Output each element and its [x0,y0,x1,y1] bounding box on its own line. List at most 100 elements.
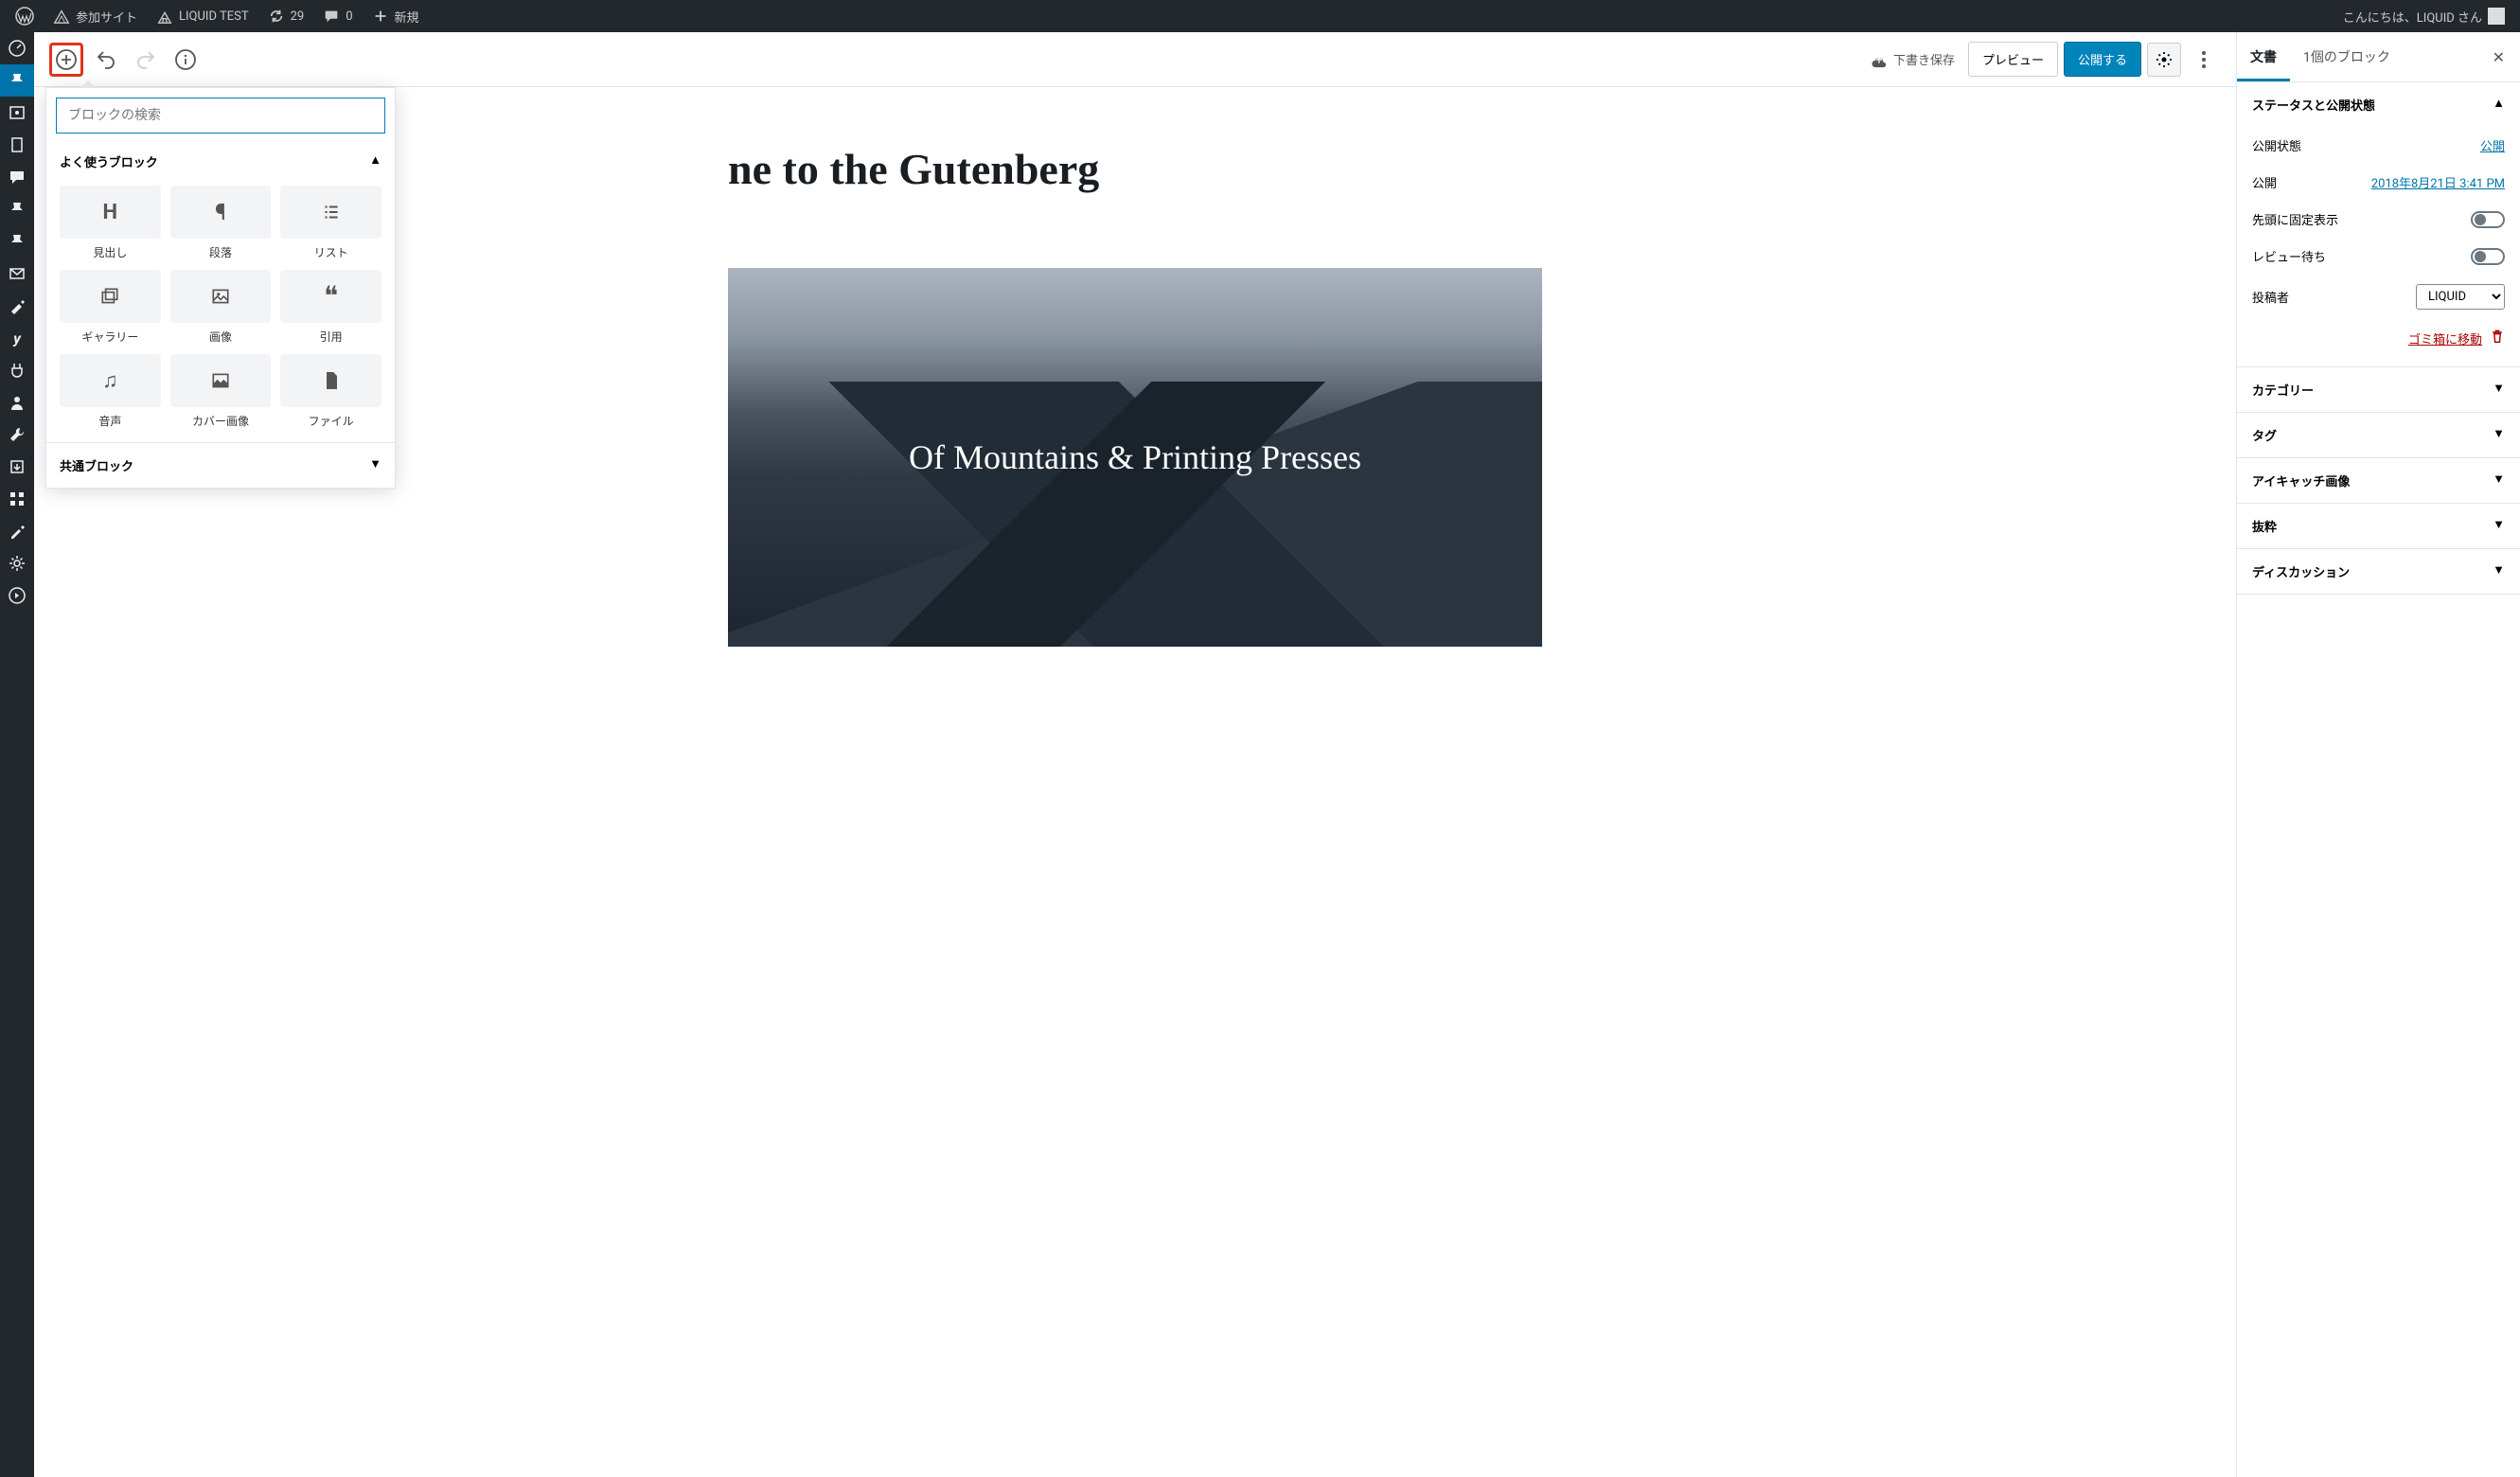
y-icon[interactable]: y [0,322,34,354]
frequent-blocks-grid: H見出し ¶段落 リスト ギャラリー 画像 ❝引用 ♫音声 カバー画像 ファイル [46,180,395,442]
admin-menu-collapsed: y [0,32,34,1477]
tools-icon[interactable] [0,418,34,451]
tab-document[interactable]: 文書 [2237,32,2290,81]
cover-text[interactable]: Of Mountains & Printing Presses [909,437,1361,477]
block-file[interactable]: ファイル [280,354,382,429]
media-icon[interactable] [0,97,34,129]
author-label: 投稿者 [2252,288,2289,306]
trash-link[interactable]: ゴミ箱に移動 [2408,329,2482,347]
file-icon [280,354,382,407]
updates-count: 29 [291,9,305,24]
image-icon [170,270,272,323]
block-search-input[interactable] [56,98,385,133]
author-select[interactable]: LIQUID [2416,284,2505,310]
block-cover[interactable]: カバー画像 [170,354,272,429]
pin3-icon[interactable] [0,225,34,258]
site-name[interactable]: LIQUID TEST [149,0,257,32]
block-image[interactable]: 画像 [170,270,272,345]
comments-menu-icon[interactable] [0,161,34,193]
appearance-icon[interactable] [0,290,34,322]
quote-icon: ❝ [280,270,382,323]
publish-button[interactable]: 公開する [2064,42,2141,77]
settings-sidebar: 文書 1個のブロック ✕ ステータスと公開状態 ▲ 公開状態 公開 公開 201… [2236,32,2520,1477]
chevron-down-icon: ▼ [2493,562,2505,580]
plugins-icon[interactable] [0,354,34,386]
comments-count: 0 [346,9,352,24]
sticky-toggle[interactable] [2471,211,2505,228]
publish-label: 公開 [2252,173,2277,191]
post-title[interactable]: ne to the Gutenberg [728,144,1542,194]
cover-block[interactable]: Of Mountains & Printing Presses [728,268,1542,647]
sticky-label: 先頭に固定表示 [2252,210,2338,228]
updates[interactable]: 29 [260,0,312,32]
wp-logo[interactable] [8,0,42,32]
new-label: 新規 [395,8,419,26]
site-name-label: LIQUID TEST [179,9,249,24]
list-icon [280,186,382,239]
users-icon[interactable] [0,386,34,418]
dashboard-icon[interactable] [0,32,34,64]
settings-toggle[interactable] [2147,43,2181,77]
undo-button[interactable] [89,43,123,77]
cover-icon [170,354,272,407]
settings-icon[interactable] [0,547,34,579]
admin-bar: 参加サイト LIQUID TEST 29 0 新規 こんにちは、LIQUID さ… [0,0,2520,32]
more-menu[interactable] [2187,43,2221,77]
chevron-down-icon: ▼ [2493,517,2505,535]
block-paragraph[interactable]: ¶段落 [170,186,272,260]
chevron-down-icon: ▼ [2493,472,2505,489]
close-sidebar[interactable]: ✕ [2477,37,2520,78]
status-panel-header[interactable]: ステータスと公開状態 ▲ [2237,82,2520,127]
my-sites[interactable]: 参加サイト [45,0,145,32]
chevron-down-icon: ▼ [2493,426,2505,444]
new-content[interactable]: 新規 [364,0,427,32]
heading-icon: H [60,186,161,239]
panel-tags[interactable]: タグ▼ [2237,413,2520,457]
panel-categories[interactable]: カテゴリー▼ [2237,367,2520,412]
save-draft-button[interactable]: 下書き保存 [1863,50,1962,68]
info-button[interactable] [169,43,203,77]
pin-icon[interactable] [0,64,34,97]
trash-icon [2490,329,2505,347]
paragraph-icon: ¶ [170,186,272,239]
collapse-icon[interactable] [0,579,34,612]
chevron-down-icon: ▼ [2493,381,2505,399]
pages-icon[interactable] [0,129,34,161]
panel-featured-image[interactable]: アイキャッチ画像▼ [2237,458,2520,503]
block-list[interactable]: リスト [280,186,382,260]
my-sites-label: 参加サイト [76,8,137,26]
panel-discussion[interactable]: ディスカッション▼ [2237,549,2520,594]
export-icon[interactable] [0,451,34,483]
tab-block[interactable]: 1個のブロック [2290,32,2404,81]
pending-toggle[interactable] [2471,248,2505,265]
block-inserter-toggle[interactable] [49,43,83,77]
redo-button[interactable] [129,43,163,77]
block-heading[interactable]: H見出し [60,186,161,260]
mail-icon[interactable] [0,258,34,290]
grid-icon[interactable] [0,483,34,515]
publish-date[interactable]: 2018年8月21日 3:41 PM [2371,173,2505,191]
inserter-frequent-header[interactable]: よく使うブロック ▲ [46,143,395,180]
block-quote[interactable]: ❝引用 [280,270,382,345]
preview-button[interactable]: プレビュー [1968,42,2058,77]
inserter-common-header[interactable]: 共通ブロック ▼ [46,442,395,488]
chevron-up-icon: ▲ [369,152,382,170]
comments[interactable]: 0 [315,0,360,32]
block-gallery[interactable]: ギャラリー [60,270,161,345]
block-audio[interactable]: ♫音声 [60,354,161,429]
audio-icon: ♫ [60,354,161,407]
avatar [2488,8,2505,25]
edit-icon[interactable] [0,515,34,547]
chevron-down-icon: ▼ [369,456,382,474]
pending-label: レビュー待ち [2252,247,2326,265]
editor-toolbar: 下書き保存 プレビュー 公開する [34,32,2236,87]
pin2-icon[interactable] [0,193,34,225]
panel-excerpt[interactable]: 抜粋▼ [2237,504,2520,548]
block-inserter-popover: よく使うブロック ▲ H見出し ¶段落 リスト ギャラリー 画像 ❝引用 ♫音声… [45,87,396,489]
chevron-up-icon: ▲ [2493,96,2505,114]
account-greeting[interactable]: こんにちは、LIQUID さん [2335,0,2512,32]
gallery-icon [60,270,161,323]
post-subtitle [728,205,1542,230]
visibility-value[interactable]: 公開 [2480,136,2505,154]
visibility-label: 公開状態 [2252,136,2301,154]
